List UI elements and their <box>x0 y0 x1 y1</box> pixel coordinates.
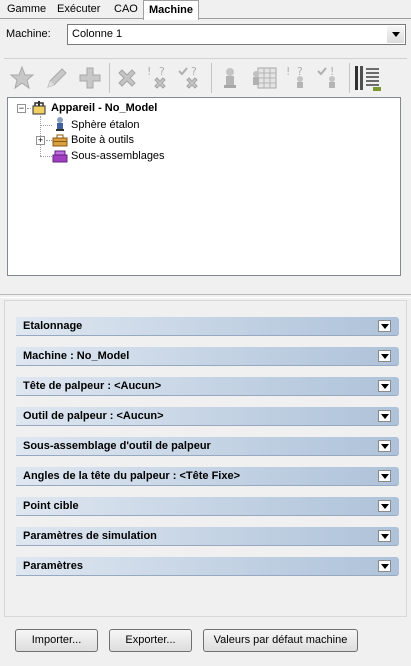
calibration-sphere-icon <box>56 117 64 131</box>
chevron-down-icon[interactable] <box>378 470 391 482</box>
sections-panel: Etalonnage Machine : No_Model Tête de pa… <box>4 300 407 617</box>
plus-icon[interactable] <box>74 62 106 94</box>
check-probe-icon[interactable]: ! <box>314 62 346 94</box>
calibration-grid-icon[interactable] <box>248 62 280 94</box>
chevron-down-icon[interactable] <box>387 26 404 43</box>
chevron-down-icon[interactable] <box>378 560 391 572</box>
section-machine[interactable]: Machine : No_Model <box>16 347 399 366</box>
section-label: Sous-assemblage d'outil de palpeur <box>23 440 211 452</box>
section-label: Angles de la tête du palpeur : <Tête Fix… <box>23 470 241 482</box>
tree-item-toolbox[interactable]: Boite à outils <box>71 133 134 148</box>
svg-text:!: ! <box>286 65 290 78</box>
toolbar-separator <box>211 63 212 93</box>
machine-label: Machine: <box>6 28 51 40</box>
splitter[interactable] <box>0 294 411 298</box>
expand-icon[interactable]: + <box>36 136 45 145</box>
pencil-icon[interactable] <box>40 62 72 94</box>
subassembly-icon <box>52 150 68 163</box>
question-probe-icon[interactable]: !? <box>282 62 314 94</box>
check-delete-icon[interactable]: ? <box>175 62 207 94</box>
machine-defaults-button[interactable]: Valeurs par défaut machine <box>203 629 358 652</box>
export-button[interactable]: Exporter... <box>109 629 192 652</box>
list-icon[interactable] <box>352 62 384 94</box>
tree-root-label[interactable]: Appareil - No_Model <box>51 101 157 116</box>
section-label: Machine : No_Model <box>23 350 130 362</box>
tab-bar: Gamme Exécuter CAO Machine <box>0 0 411 20</box>
section-head-angles[interactable]: Angles de la tête du palpeur : <Tête Fix… <box>16 467 399 486</box>
star-icon[interactable] <box>6 62 38 94</box>
svg-text:?: ? <box>159 65 165 78</box>
toolbox-icon <box>52 134 68 147</box>
delete-icon[interactable] <box>111 62 143 94</box>
section-label: Outil de palpeur : <Aucun> <box>23 410 164 422</box>
tree-item-subassemblies[interactable]: Sous-assemblages <box>71 149 165 164</box>
section-label: Tête de palpeur : <Aucun> <box>23 380 162 392</box>
tab-executer[interactable]: Exécuter <box>52 2 105 19</box>
section-label: Paramètres <box>23 560 83 572</box>
machine-select[interactable]: Colonne 1 <box>67 24 406 45</box>
svg-text:?: ? <box>191 65 197 78</box>
chevron-down-icon[interactable] <box>378 320 391 332</box>
section-target-point[interactable]: Point cible <box>16 497 399 516</box>
import-button[interactable]: Importer... <box>15 629 98 652</box>
section-probe-head[interactable]: Tête de palpeur : <Aucun> <box>16 377 399 396</box>
probe-icon[interactable] <box>214 62 246 94</box>
tree-view[interactable]: − Appareil - No_Model Sphère étalon + Bo… <box>7 97 401 276</box>
svg-text:!: ! <box>147 65 151 78</box>
question-delete-icon[interactable]: !? <box>143 62 175 94</box>
collapse-icon[interactable]: − <box>17 104 26 113</box>
chevron-down-icon[interactable] <box>378 410 391 422</box>
section-tool-subassembly[interactable]: Sous-assemblage d'outil de palpeur <box>16 437 399 456</box>
chevron-down-icon[interactable] <box>378 500 391 512</box>
section-etalonnage[interactable]: Etalonnage <box>16 317 399 336</box>
section-label: Point cible <box>23 500 79 512</box>
machine-select-value: Colonne 1 <box>72 28 123 40</box>
device-icon <box>32 101 46 115</box>
chevron-down-icon[interactable] <box>378 380 391 392</box>
tab-gamme[interactable]: Gamme <box>2 2 51 19</box>
toolbar-separator <box>109 63 110 93</box>
section-label: Paramètres de simulation <box>23 530 157 542</box>
toolbar: !? ? !? ! <box>4 58 407 96</box>
section-label: Etalonnage <box>23 320 83 332</box>
chevron-down-icon[interactable] <box>378 350 391 362</box>
chevron-down-icon[interactable] <box>378 530 391 542</box>
section-simulation-params[interactable]: Paramètres de simulation <box>16 527 399 546</box>
toolbar-separator <box>349 63 350 93</box>
tree-item-sphere[interactable]: Sphère étalon <box>71 118 140 133</box>
tab-cao[interactable]: CAO <box>109 2 143 19</box>
section-parameters[interactable]: Paramètres <box>16 557 399 576</box>
chevron-down-icon[interactable] <box>378 440 391 452</box>
section-probe-tool[interactable]: Outil de palpeur : <Aucun> <box>16 407 399 426</box>
tab-machine[interactable]: Machine <box>143 0 200 20</box>
